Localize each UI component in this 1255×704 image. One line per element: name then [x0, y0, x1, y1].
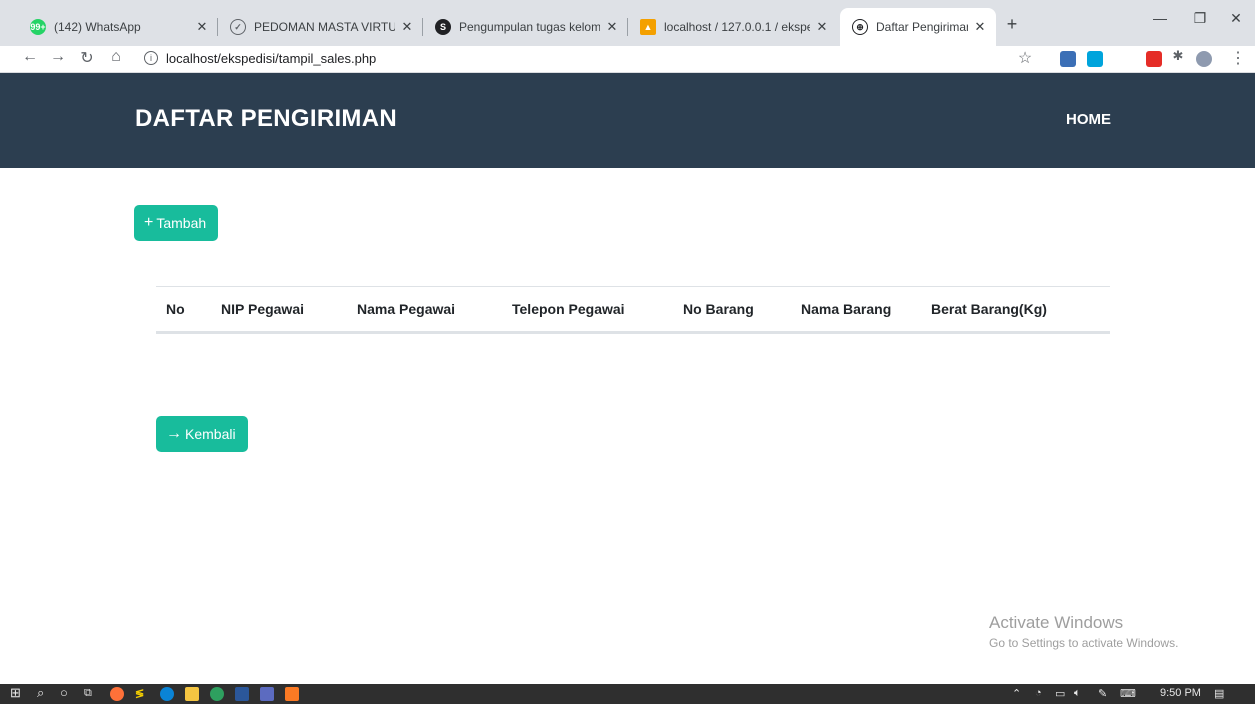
address-bar[interactable]: i localhost/ekspedisi/tampil_sales.php	[138, 46, 978, 70]
column-header-no-barang: No Barang	[683, 301, 754, 317]
column-header-nama-barang: Nama Barang	[801, 301, 892, 317]
s-icon: S	[435, 19, 451, 35]
extension-icon[interactable]	[1087, 51, 1103, 67]
phpmyadmin-icon: ▲	[640, 19, 656, 35]
xampp-icon[interactable]	[285, 687, 299, 701]
tab-title: PEDOMAN MASTA VIRTUAL.pc	[254, 20, 395, 34]
arrow-right-icon: →	[166, 425, 182, 442]
browser-tab-strip: 99+ (142) WhatsApp ✕ ✓ PEDOMAN MASTA VIR…	[0, 0, 1255, 46]
profile-avatar-icon[interactable]	[1196, 51, 1212, 67]
show-hidden-icons-icon[interactable]: ⌃	[1012, 687, 1021, 700]
youtube-extension-icon[interactable]	[1146, 51, 1162, 67]
file-explorer-icon[interactable]	[185, 687, 199, 701]
plus-icon: +	[144, 214, 154, 231]
browser-toolbar: ← → ↻ ⌂ i localhost/ekspedisi/tampil_sal…	[0, 46, 1255, 73]
tab-pedoman[interactable]: ✓ PEDOMAN MASTA VIRTUAL.pc ✕	[218, 8, 423, 46]
close-tab-icon[interactable]: ✕	[814, 19, 830, 35]
column-header-berat: Berat Barang(Kg)	[931, 301, 1047, 317]
close-tab-icon[interactable]: ✕	[194, 19, 210, 35]
tab-title: localhost / 127.0.0.1 / ekspedis	[664, 20, 810, 34]
windows-taskbar: ⊞ ⌕ ○ ⧉ ≶ ⌃ ◔ ▭ 🔈︎ ✎ ⌨ 9:50 PM ▤	[0, 684, 1255, 704]
site-navbar: DAFTAR PENGIRIMAN HOME	[0, 73, 1255, 168]
table-top-border	[156, 286, 1110, 287]
bookmark-star-icon[interactable]: ☆	[1015, 48, 1035, 68]
tab-whatsapp[interactable]: 99+ (142) WhatsApp ✕	[18, 8, 218, 46]
notepad-icon[interactable]	[260, 687, 274, 701]
close-window-button[interactable]: ✕	[1216, 10, 1255, 27]
restore-button[interactable]: ❐	[1180, 10, 1220, 27]
volume-icon[interactable]: 🔈︎	[1074, 687, 1081, 700]
chrome-icon[interactable]	[210, 687, 224, 701]
edge-icon[interactable]	[160, 687, 174, 701]
table-header-divider	[156, 331, 1110, 334]
column-header-no: No	[166, 301, 185, 317]
whatsapp-icon: 99+	[30, 19, 46, 35]
tab-phpmyadmin[interactable]: ▲ localhost / 127.0.0.1 / ekspedis ✕	[628, 8, 838, 46]
tab-pengumpulan[interactable]: S Pengumpulan tugas kelompok ✕	[423, 8, 628, 46]
search-icon[interactable]: ⌕	[37, 685, 44, 701]
forward-arrow-icon[interactable]: →	[48, 48, 68, 66]
home-icon[interactable]: ⌂	[106, 48, 126, 66]
back-button-label: Kembali	[185, 426, 236, 442]
site-brand[interactable]: DAFTAR PENGIRIMAN	[135, 105, 397, 133]
close-tab-icon[interactable]: ✕	[604, 19, 620, 35]
globe-icon: ⊕	[852, 19, 868, 35]
keyboard-icon[interactable]: ⌨	[1120, 687, 1136, 700]
cortana-icon[interactable]: ○	[60, 685, 68, 700]
firefox-icon[interactable]	[110, 687, 124, 701]
globe-icon: ✓	[230, 19, 246, 35]
new-tab-button[interactable]: +	[1000, 14, 1024, 35]
menu-kebab-icon[interactable]: ⋮	[1228, 48, 1248, 68]
sublime-icon[interactable]: ≶	[135, 687, 144, 700]
add-button[interactable]: + Tambah	[134, 205, 219, 241]
close-tab-icon[interactable]: ✕	[399, 19, 415, 35]
windows-start-icon[interactable]: ⊞	[10, 685, 21, 701]
add-button-label: Tambah	[156, 215, 207, 231]
clock-time[interactable]: 9:50 PM	[1160, 687, 1201, 699]
extension-icon[interactable]	[1060, 51, 1076, 67]
back-button[interactable]: → Kembali	[156, 416, 248, 452]
puzzle-extensions-icon[interactable]: ✱	[1168, 48, 1188, 64]
column-header-nip: NIP Pegawai	[221, 301, 305, 317]
info-icon[interactable]: i	[144, 51, 158, 65]
word-icon[interactable]	[235, 687, 249, 701]
tab-daftar-pengiriman[interactable]: ⊕ Daftar Pengiriman ✕	[840, 8, 996, 46]
tab-title: Pengumpulan tugas kelompok	[459, 20, 600, 34]
tab-title: Daftar Pengiriman	[876, 20, 968, 34]
activate-windows-title: Activate Windows	[989, 613, 1124, 632]
battery-icon[interactable]: ▭	[1055, 687, 1065, 700]
back-arrow-icon[interactable]: ←	[20, 48, 40, 66]
reload-icon[interactable]: ↻	[77, 48, 97, 68]
column-header-telepon: Telepon Pegawai	[512, 301, 625, 317]
url-text: localhost/ekspedisi/tampil_sales.php	[166, 50, 377, 66]
column-header-nama-pegawai: Nama Pegawai	[357, 301, 456, 317]
close-tab-icon[interactable]: ✕	[972, 19, 988, 35]
tab-title: (142) WhatsApp	[54, 20, 141, 34]
activate-windows-subtitle: Go to Settings to activate Windows.	[989, 636, 1179, 650]
minimize-button[interactable]: —	[1140, 10, 1180, 26]
notifications-icon[interactable]: ▤	[1214, 687, 1224, 700]
nav-home-link[interactable]: HOME	[1066, 111, 1111, 128]
task-view-icon[interactable]: ⧉	[84, 687, 92, 700]
pen-icon[interactable]: ✎	[1098, 687, 1107, 700]
network-icon[interactable]: ◔	[1035, 687, 1042, 699]
